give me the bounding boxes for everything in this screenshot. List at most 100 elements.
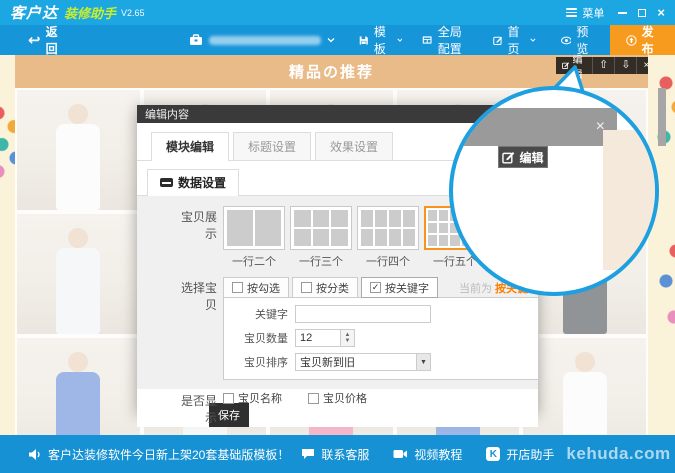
video-label: 视频教程 (414, 446, 462, 463)
back-icon: ↩ (28, 33, 41, 48)
display-option-label: 一行四个 (357, 253, 419, 269)
module-delete-button[interactable]: × 删除 (637, 57, 648, 74)
close-button[interactable]: × (657, 6, 665, 19)
data-settings-icon (160, 178, 173, 187)
quantity-stepper[interactable]: ▲▼ (341, 329, 355, 347)
status-bar: 客户达装修软件今日新上架20套基础版模板！ 联系客服 视频教程 K 开店助手 k… (0, 435, 675, 473)
dialog-title: 编辑内容 (145, 106, 189, 122)
display-option-label: 一行二个 (223, 253, 285, 269)
chevron-down-icon (530, 36, 536, 44)
mode-by-category[interactable]: 按分类 (292, 277, 358, 298)
magnified-dialog-header: × (449, 108, 617, 146)
publish-button[interactable]: 发布 (610, 25, 675, 55)
global-config-button[interactable]: 全局配置 (412, 25, 483, 55)
checkbox-icon (301, 282, 312, 293)
layout-thumbnail (290, 206, 352, 250)
contact-support-link[interactable]: 联系客服 (289, 446, 381, 463)
display-option-3-per-row[interactable]: 一行三个 (290, 206, 352, 269)
video-tutorial-link[interactable]: 视频教程 (381, 446, 474, 463)
display-option-4-per-row[interactable]: 一行四个 (357, 206, 419, 269)
upload-icon (626, 33, 637, 48)
current-prefix: 当前为 (459, 283, 492, 295)
mode-by-keyword[interactable]: ✓按关键字 (361, 277, 438, 298)
preview-button[interactable]: 预览 (551, 25, 604, 55)
display-option-2-per-row[interactable]: 一行二个 (223, 206, 285, 269)
menu-label: 菜单 (582, 5, 604, 21)
show-option-group: 宝贝名称 宝贝价格 (223, 390, 393, 406)
keyword-label: 关键字 (232, 306, 288, 322)
magnified-photo (603, 130, 659, 270)
magnifier-bubble: × 编辑 (449, 86, 659, 296)
show-item-price-checkbox[interactable]: 宝贝价格 (308, 390, 367, 406)
shop-assistant-link[interactable]: K 开店助手 (474, 446, 566, 463)
contact-label: 联系客服 (321, 446, 369, 463)
close-x-icon: × (643, 60, 648, 71)
back-button[interactable]: ↩ 返回 (18, 25, 69, 55)
brand-logo: 客户达 (10, 2, 58, 23)
edit-page-icon (493, 34, 503, 47)
sort-label: 宝贝排序 (232, 354, 288, 370)
tab-module-edit[interactable]: 模块编辑 (151, 132, 229, 161)
layout-thumbnail (223, 206, 285, 250)
quantity-input[interactable] (295, 329, 341, 347)
mode-label: 按关键字 (385, 280, 429, 296)
display-option-list: 一行二个一行三个一行四个✓一行五个 (223, 206, 491, 269)
sort-select[interactable]: 宝贝新到旧 ▼ (295, 353, 431, 371)
back-label: 返回 (46, 23, 60, 57)
homepage-label: 首页 (508, 23, 526, 57)
template-label: 模板 (374, 23, 392, 57)
keyword-input[interactable] (295, 305, 431, 323)
menu-button[interactable]: 菜单 (566, 5, 604, 21)
select-mode-label: 选择宝贝 (171, 277, 217, 313)
chevron-down-icon (327, 36, 335, 44)
show-label: 是否显示 (171, 390, 217, 426)
template-menu[interactable]: 模板 (349, 25, 412, 55)
mode-by-pick[interactable]: 按勾选 (223, 277, 289, 298)
tab-data-settings[interactable]: 数据设置 (147, 169, 239, 196)
assistant-label: 开店助手 (506, 446, 554, 463)
show-item-name-checkbox[interactable]: 宝贝名称 (223, 390, 282, 406)
homepage-menu[interactable]: 首页 (483, 25, 546, 55)
eye-icon (561, 35, 572, 46)
scrollbar-thumb[interactable] (658, 88, 666, 146)
layout-config-icon (422, 34, 432, 46)
display-label: 宝贝展示 (171, 206, 217, 242)
checkbox-icon (223, 393, 234, 404)
magnified-edit-button: 编辑 (498, 146, 548, 168)
mode-label: 按勾选 (247, 280, 280, 296)
preview-label: 预览 (576, 23, 593, 57)
checkbox-icon (232, 282, 243, 293)
account-switcher[interactable] (179, 25, 345, 55)
global-config-label: 全局配置 (438, 23, 473, 57)
quantity-label: 宝贝数量 (232, 330, 288, 346)
notice-item: 客户达装修软件今日新上架20套基础版模板！ (28, 446, 289, 463)
speaker-icon (28, 448, 42, 461)
chevron-down-icon (397, 36, 403, 44)
maximize-button[interactable] (638, 9, 646, 17)
publish-label: 发布 (642, 23, 659, 57)
app-version: V2.65 (121, 8, 145, 18)
app-window: 客户达 装修助手 V2.65 菜单 × ↩ 返回 (0, 0, 675, 473)
app-name: 装修助手 (64, 3, 116, 22)
edit-icon (502, 151, 515, 164)
tab-effect-settings[interactable]: 效果设置 (315, 132, 393, 160)
keyword-panel: 关键字 宝贝数量 ▲▼ 宝贝排序 (223, 297, 539, 380)
minimize-button[interactable] (618, 12, 627, 14)
save-template-icon (359, 34, 369, 47)
main-toolbar: ↩ 返回 模板 (0, 25, 675, 55)
select-mode-tabs: 按勾选 按分类 ✓按关键字 当前为 按关键字 (223, 277, 539, 298)
menu-icon (566, 8, 577, 17)
magnified-edit-label: 编辑 (519, 149, 543, 166)
tab-title-settings[interactable]: 标题设置 (233, 132, 311, 160)
store-icon (189, 34, 203, 46)
sort-value: 宝贝新到旧 (300, 354, 355, 370)
account-email-blurred (209, 36, 321, 45)
title-bar: 客户达 装修助手 V2.65 菜单 × (0, 0, 675, 25)
show-option-label: 宝贝价格 (323, 390, 367, 406)
layout-thumbnail (357, 206, 419, 250)
notice-text: 客户达装修软件今日新上架20套基础版模板！ (48, 446, 289, 463)
dropdown-arrow-icon: ▼ (416, 354, 430, 370)
left-decor-strip (0, 55, 15, 435)
site-logo: kehuda.com (566, 444, 670, 464)
mode-label: 按分类 (316, 280, 349, 296)
